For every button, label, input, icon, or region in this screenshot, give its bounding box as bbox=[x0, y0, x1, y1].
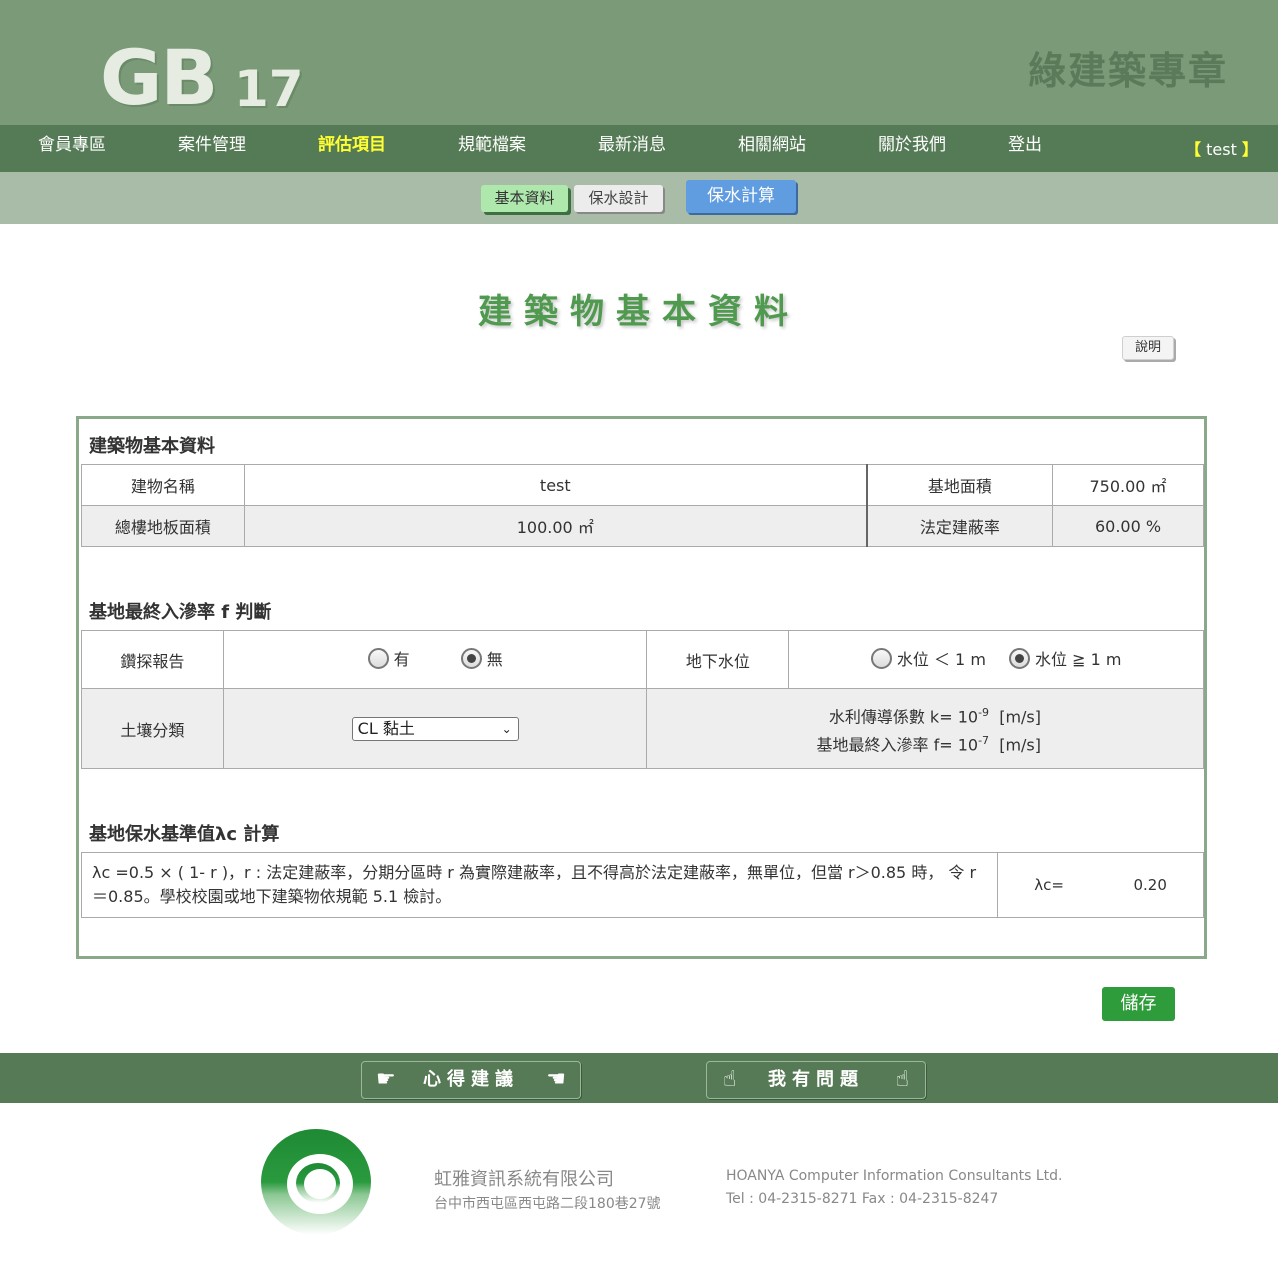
k-label: 水利傳導係數 k= 10 bbox=[828, 707, 979, 727]
logo-sub: 17 bbox=[234, 60, 304, 118]
drill-yes-radio[interactable] bbox=[367, 647, 389, 669]
logo-main: GB bbox=[100, 33, 218, 122]
gw-low-option[interactable]: 水位 ＜ 1 m bbox=[870, 646, 986, 670]
f-label: 基地最終入滲率 f= 10 bbox=[816, 734, 979, 754]
gw-high-option[interactable]: 水位 ≧ 1 m bbox=[1009, 646, 1121, 670]
page-title: 建築物基本資料 bbox=[478, 292, 800, 332]
tab-basic-info[interactable]: 基本資料 bbox=[481, 185, 568, 212]
nav-item-regulations[interactable]: 規範檔案 bbox=[458, 125, 526, 172]
section-infiltration-title: 基地最終入滲率 f 判斷 bbox=[89, 602, 272, 623]
feedback-button[interactable]: ☛ 心得建議 ☚ bbox=[361, 1061, 581, 1099]
nav-item-about[interactable]: 關於我們 bbox=[878, 125, 946, 172]
floor-area-label: 總樓地板面積 bbox=[81, 505, 245, 547]
drill-report-options: 有 無 bbox=[222, 630, 648, 689]
section-lambda-title: 基地保水基準值λc 計算 bbox=[89, 824, 280, 845]
gw-high-radio[interactable] bbox=[1009, 647, 1030, 669]
nav-item-logout[interactable]: 登出 bbox=[1008, 125, 1042, 172]
drill-no-label: 無 bbox=[486, 650, 503, 670]
building-info-table: 建物名稱 test 基地面積 750.00 ㎡ 總樓地板面積 100.00 ㎡ … bbox=[81, 464, 1204, 547]
raise-hand-icon: ☝ bbox=[723, 1067, 737, 1092]
coefficient-cell: 水利傳導係數 k= 10-9 [m/s] 基地最終入滲率 f= 10-7 [m/… bbox=[646, 688, 1204, 769]
building-name-label: 建物名稱 bbox=[81, 464, 245, 506]
building-name-value: test bbox=[243, 464, 868, 506]
raise-hand-icon-right: ☝ bbox=[895, 1067, 909, 1092]
lambda-value: 0.20 bbox=[1133, 876, 1167, 894]
section-building-title: 建築物基本資料 bbox=[89, 436, 215, 457]
soil-type-label: 土壤分類 bbox=[81, 688, 224, 769]
soil-type-select[interactable]: CL 黏土 ⌄ bbox=[351, 716, 519, 741]
gw-low-radio[interactable] bbox=[870, 647, 892, 669]
nav-item-cases[interactable]: 案件管理 bbox=[178, 125, 246, 172]
k-coefficient: 水利傳導係數 k= 10-9 [m/s] bbox=[647, 701, 1041, 728]
k-exponent: -9 bbox=[978, 706, 990, 720]
question-label: 我有問題 bbox=[768, 1069, 864, 1090]
drill-no-radio[interactable] bbox=[460, 647, 482, 669]
groundwater-label: 地下水位 bbox=[646, 630, 790, 689]
floor-area-value: 100.00 ㎡ bbox=[243, 505, 868, 547]
nav-item-news[interactable]: 最新消息 bbox=[598, 125, 666, 172]
groundwater-options: 水位 ＜ 1 m 水位 ≧ 1 m bbox=[788, 630, 1204, 689]
save-button[interactable]: 儲存 bbox=[1102, 987, 1175, 1021]
infiltration-table: 鑽探報告 有 無 地下水位 水位 ＜ 1 m 水位 ≧ 1 m 土壤分類 CL … bbox=[81, 630, 1204, 769]
drill-yes-option[interactable]: 有 bbox=[367, 646, 410, 670]
main-nav: 會員專區 案件管理 評估項目 規範檔案 最新消息 相關網站 關於我們 登出 【 … bbox=[0, 125, 1278, 172]
tab-water-calc[interactable]: 保水計算 bbox=[686, 180, 796, 213]
nav-item-evaluation[interactable]: 評估項目 bbox=[318, 125, 386, 172]
lambda-formula: λc =0.5 × ( 1- r )，r : 法定建蔽率，分期分區時 r 為實際… bbox=[80, 852, 999, 918]
drill-no-option[interactable]: 無 bbox=[460, 646, 503, 670]
coverage-label: 法定建蔽率 bbox=[866, 505, 1054, 547]
soil-type-selected: CL 黏土 bbox=[357, 718, 415, 738]
drill-report-label: 鑽探報告 bbox=[81, 630, 224, 689]
lambda-result-cell: λc= 0.20 bbox=[997, 852, 1204, 918]
site-title: 綠建築專章 bbox=[1027, 49, 1228, 93]
header: GB 17 綠建築專章 bbox=[0, 0, 1278, 125]
question-button[interactable]: ☝ 我有問題 ☝ bbox=[706, 1061, 926, 1099]
site-area-value: 750.00 ㎡ bbox=[1052, 464, 1204, 506]
user-name: test bbox=[1206, 140, 1237, 159]
user-bracket-open: 【 bbox=[1185, 140, 1202, 159]
presenter-icon: ☛ bbox=[376, 1067, 396, 1092]
soil-type-cell: CL 黏土 ⌄ bbox=[222, 688, 648, 769]
f-exponent: -7 bbox=[978, 733, 990, 747]
nav-item-links[interactable]: 相關網站 bbox=[738, 125, 806, 172]
user-bracket-close: 】 bbox=[1241, 140, 1258, 159]
lambda-label: λc= bbox=[1034, 876, 1064, 894]
tab-water-design[interactable]: 保水設計 bbox=[574, 185, 663, 212]
gw-low-label: 水位 ＜ 1 m bbox=[896, 650, 986, 670]
lambda-table: λc =0.5 × ( 1- r )，r : 法定建蔽率，分期分區時 r 為實際… bbox=[80, 852, 1204, 918]
footer-bar: ☛ 心得建議 ☚ ☝ 我有問題 ☝ bbox=[0, 1053, 1278, 1103]
nav-item-member[interactable]: 會員專區 bbox=[38, 125, 106, 172]
sub-nav: 基本資料 保水設計 保水計算 bbox=[0, 172, 1278, 224]
coverage-value: 60.00 % bbox=[1052, 505, 1204, 547]
f-unit: [m/s] bbox=[999, 734, 1041, 754]
help-button[interactable]: 說明 bbox=[1122, 336, 1174, 360]
company-contact: Tel : 04-2315-8271 Fax : 04-2315-8247 bbox=[726, 1191, 999, 1207]
company-name-en: HOANYA Computer Information Consultants … bbox=[726, 1168, 1063, 1184]
feedback-label: 心得建議 bbox=[423, 1069, 519, 1090]
presenter-icon-right: ☚ bbox=[546, 1067, 566, 1092]
k-unit: [m/s] bbox=[999, 707, 1041, 727]
gw-high-label: 水位 ≧ 1 m bbox=[1035, 650, 1122, 670]
current-user: 【 test 】 bbox=[1185, 135, 1258, 165]
site-area-label: 基地面積 bbox=[866, 464, 1054, 506]
company-name-cn: 虹雅資訊系統有限公司 bbox=[434, 1169, 614, 1190]
drill-yes-label: 有 bbox=[393, 650, 410, 670]
chevron-down-icon: ⌄ bbox=[501, 721, 512, 736]
main-panel: 建築物基本資料 建物名稱 test 基地面積 750.00 ㎡ 總樓地板面積 1… bbox=[76, 416, 1207, 959]
company-logo bbox=[261, 1129, 371, 1235]
f-coefficient: 基地最終入滲率 f= 10-7 [m/s] bbox=[647, 729, 1041, 756]
company-address: 台中市西屯區西屯路二段180巷27號 bbox=[434, 1196, 661, 1212]
